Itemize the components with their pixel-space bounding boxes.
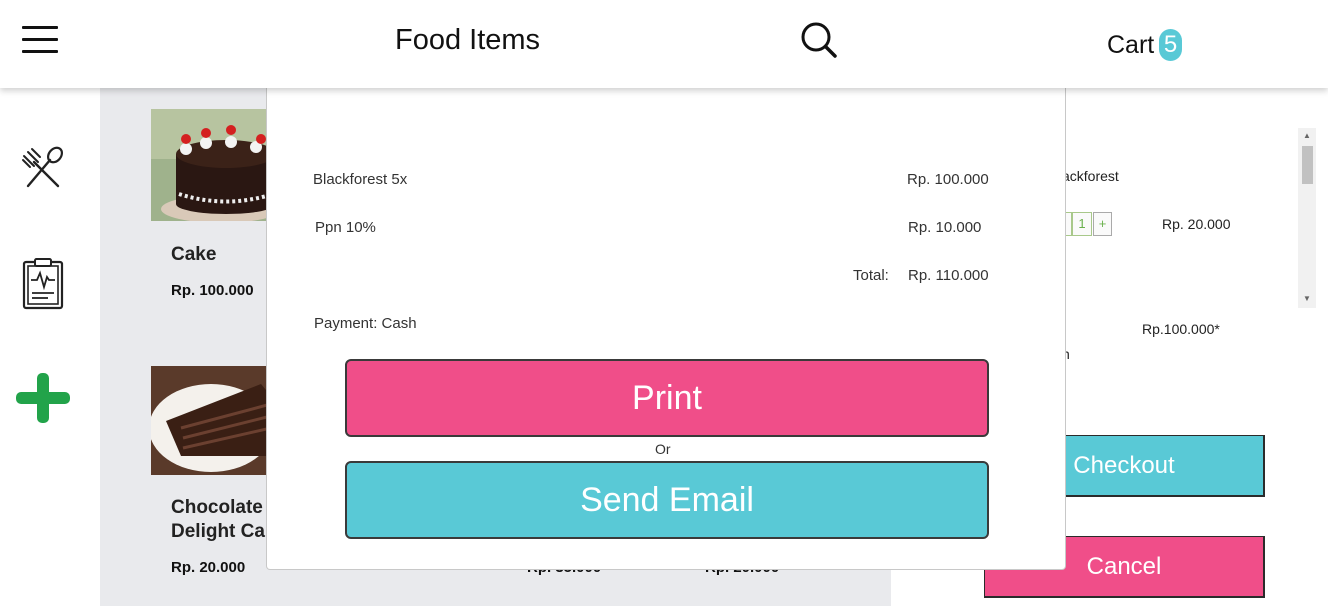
product-price: Rp. 100.000 (171, 282, 254, 299)
qty-input[interactable]: 1 (1072, 212, 1092, 236)
receipt-item-label: Blackforest 5x (313, 171, 408, 188)
cart-subtotal: Rp.100.000* (1142, 321, 1220, 337)
total-value: Rp. 110.000 (908, 267, 989, 284)
top-bar: Food Items Cart 5 (0, 0, 1328, 88)
menu-icon[interactable] (22, 26, 58, 54)
chocolate-cake-image[interactable] (151, 366, 271, 475)
utensils-icon[interactable] (20, 146, 66, 197)
cake-image[interactable] (151, 109, 271, 221)
page-title: Food Items (395, 24, 541, 56)
cart-count-badge: 5 (1159, 29, 1182, 61)
tax-value: Rp. 10.000 (908, 219, 982, 236)
print-button[interactable]: Print (345, 359, 989, 437)
scroll-down-icon[interactable]: ▼ (1303, 294, 1311, 303)
scroll-thumb[interactable] (1302, 146, 1313, 184)
clipboard-icon[interactable] (22, 258, 64, 315)
cart-scrollbar[interactable]: ▲ ▼ (1298, 128, 1316, 308)
plus-icon[interactable] (16, 373, 70, 428)
tax-label: Ppn 10% (315, 219, 376, 236)
cart-item-name: ackforest (1062, 168, 1119, 184)
cart-button[interactable]: Cart (1107, 31, 1154, 60)
scroll-up-icon[interactable]: ▲ (1303, 131, 1311, 140)
payment-method: Payment: Cash (314, 315, 417, 332)
or-separator: Or (655, 441, 671, 457)
send-email-button[interactable]: Send Email (345, 461, 989, 539)
product-price: Rp. 20.000 (171, 559, 246, 576)
product-name: Chocolate Delight Ca (171, 497, 265, 542)
cart-item-price: Rp. 20.000 (1162, 216, 1231, 232)
search-icon[interactable] (800, 21, 838, 64)
sidebar (0, 88, 100, 606)
qty-increment-button[interactable]: + (1093, 212, 1112, 236)
product-name: Cake (171, 244, 217, 265)
receipt-modal: Blackforest 5x Rp. 100.000 Ppn 10% Rp. 1… (266, 88, 1066, 570)
total-label: Total: (853, 267, 889, 284)
receipt-item-value: Rp. 100.000 (907, 171, 989, 188)
